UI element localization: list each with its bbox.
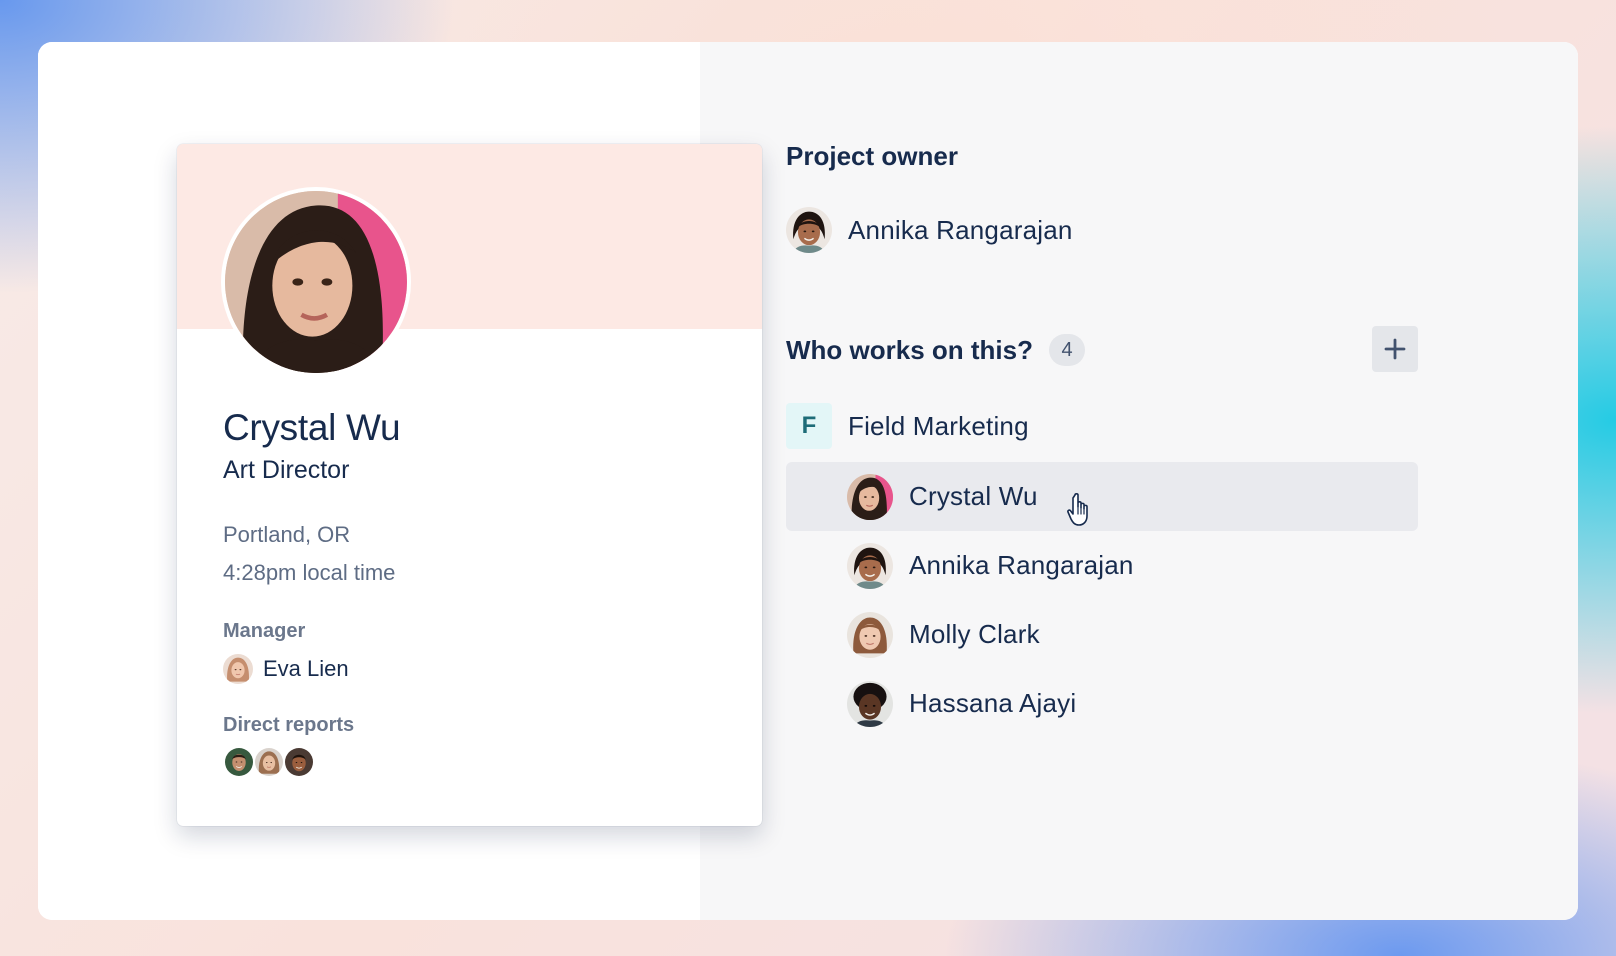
member-name[interactable]: Crystal Wu <box>909 481 1038 512</box>
plus-icon <box>1384 338 1406 360</box>
profile-name: Crystal Wu <box>223 407 401 448</box>
team-row[interactable]: F Field Marketing <box>786 403 1029 449</box>
profile-details: Crystal Wu Art Director Portland, OR 4:2… <box>223 406 742 778</box>
member-avatar[interactable] <box>847 543 893 589</box>
direct-report-avatar[interactable] <box>283 746 315 778</box>
member-item[interactable]: Molly Clark <box>786 600 1418 669</box>
team-name[interactable]: Field Marketing <box>848 411 1029 442</box>
member-name[interactable]: Annika Rangarajan <box>909 550 1134 581</box>
member-count-badge: 4 <box>1049 334 1085 366</box>
profile-role: Art Director <box>223 456 350 484</box>
member-avatar[interactable] <box>847 474 893 520</box>
project-owner-row[interactable]: Annika Rangarajan <box>786 207 1073 253</box>
direct-report-avatar[interactable] <box>253 746 285 778</box>
direct-reports-avatars <box>223 746 742 778</box>
member-name[interactable]: Molly Clark <box>909 619 1040 650</box>
manager-row[interactable]: Eva Lien <box>223 654 742 684</box>
hand-pointer-cursor-icon <box>1067 493 1088 526</box>
member-avatar[interactable] <box>847 681 893 727</box>
team-badge: F <box>786 403 832 449</box>
team-section-title: Who works on this? <box>786 335 1033 365</box>
profile-avatar <box>221 187 411 377</box>
member-item[interactable]: Crystal Wu <box>786 462 1418 531</box>
manager-name[interactable]: Eva Lien <box>263 656 349 682</box>
member-avatar[interactable] <box>847 612 893 658</box>
manager-avatar[interactable] <box>223 654 253 684</box>
profile-card: Crystal Wu Art Director Portland, OR 4:2… <box>177 144 762 826</box>
member-name[interactable]: Hassana Ajayi <box>909 688 1076 719</box>
member-list: Crystal Wu Annika Rangarajan Molly Clark… <box>786 462 1418 738</box>
profile-local-time: 4:28pm local time <box>223 560 396 585</box>
profile-location: Portland, OR <box>223 522 351 547</box>
direct-report-avatar[interactable] <box>223 746 255 778</box>
manager-label: Manager <box>223 620 306 642</box>
owner-avatar[interactable] <box>786 207 832 253</box>
owner-name[interactable]: Annika Rangarajan <box>848 215 1073 246</box>
team-section-header: Who works on this? 4 <box>786 326 1418 374</box>
add-member-button[interactable] <box>1372 326 1418 372</box>
member-item[interactable]: Hassana Ajayi <box>786 669 1418 738</box>
member-item[interactable]: Annika Rangarajan <box>786 531 1418 600</box>
project-owner-heading: Project owner <box>786 141 958 171</box>
direct-reports-label: Direct reports <box>223 714 355 736</box>
